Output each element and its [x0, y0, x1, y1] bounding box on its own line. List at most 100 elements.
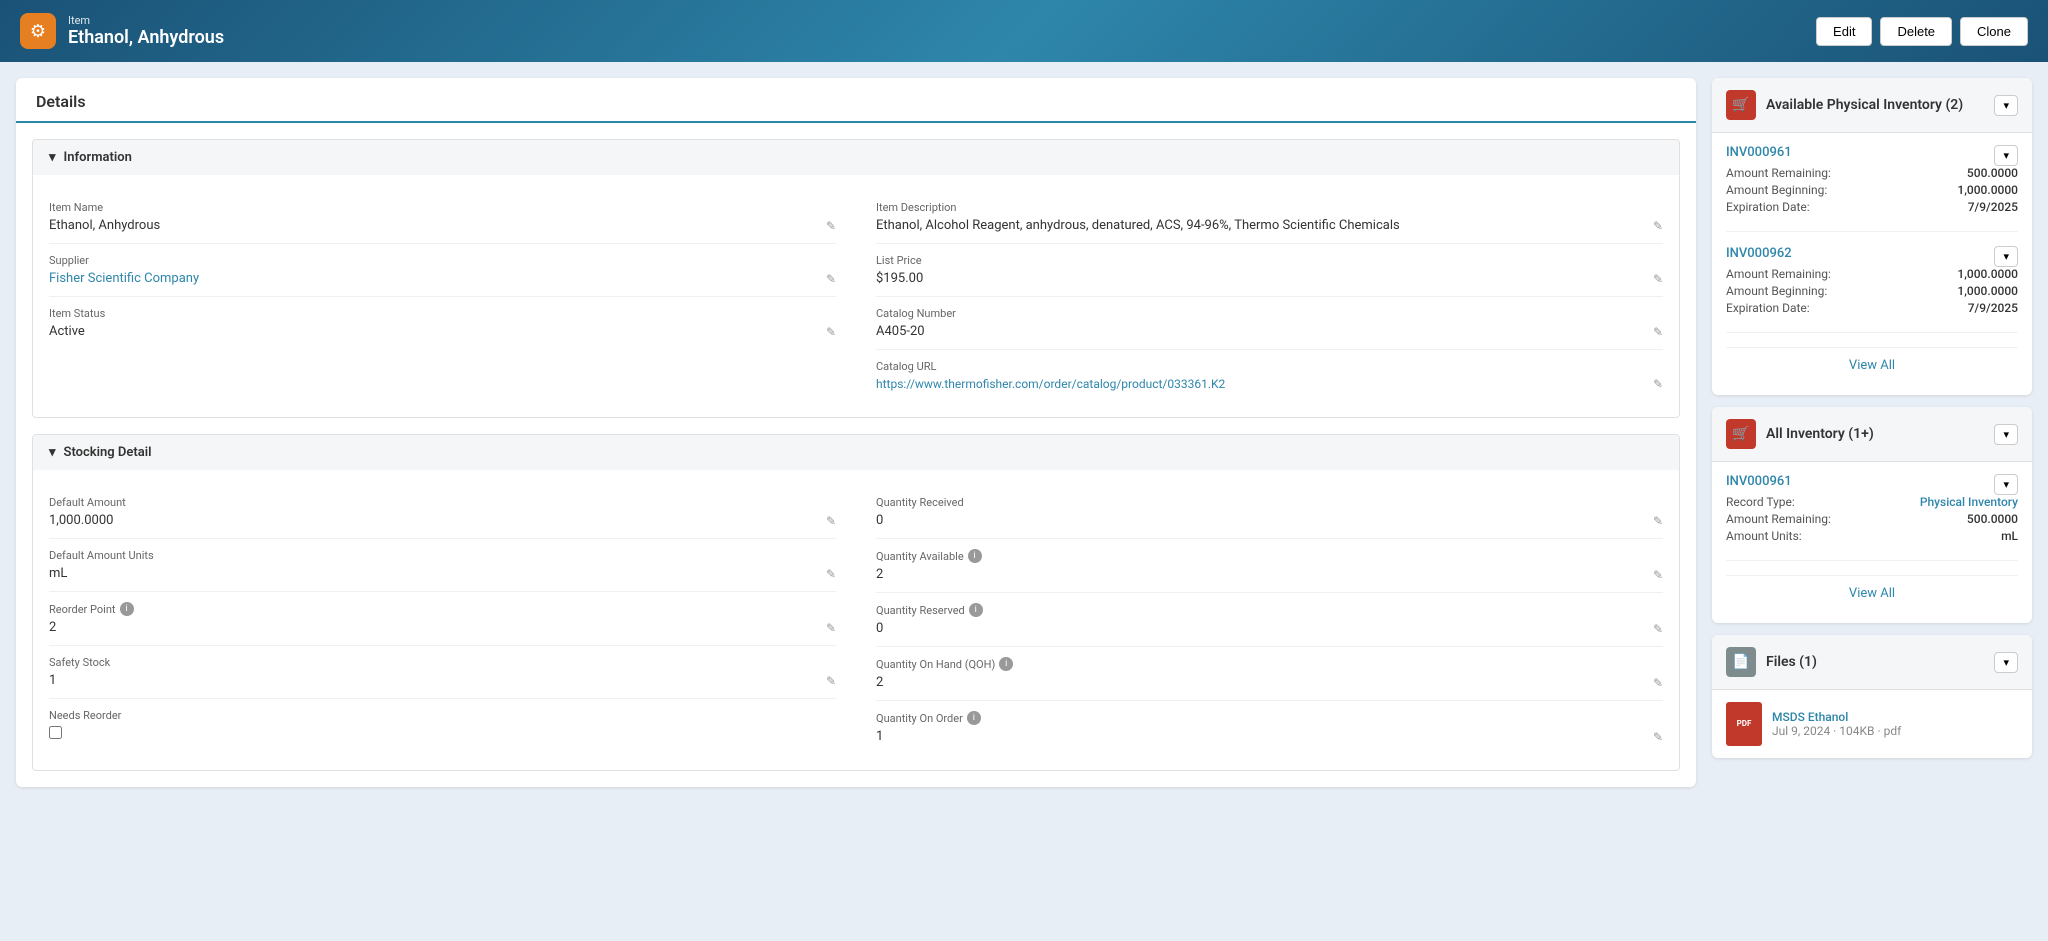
supplier-label: Supplier [49, 254, 836, 267]
item-icon: ⚙ [20, 13, 56, 49]
item-name-field: Item Name Ethanol, Anhydrous ✎ [49, 191, 836, 244]
inv-entry-1-link[interactable]: INV000961 [1726, 145, 2018, 160]
all-inventory-view-all: View All [1726, 575, 2018, 611]
files-title: Files (1) [1766, 654, 1817, 670]
list-price-value-row: $195.00 ✎ [876, 271, 1663, 286]
item-desc-edit-icon[interactable]: ✎ [1653, 219, 1663, 233]
details-tab[interactable]: Details [36, 92, 1676, 121]
available-inventory-view-all: View All [1726, 347, 2018, 383]
information-section: ▾ Information Item Name Ethanol, Anhydro… [32, 139, 1680, 418]
reorder-point-value: 2 [49, 620, 56, 635]
qty-available-edit-icon[interactable]: ✎ [1653, 568, 1663, 582]
edit-button[interactable]: Edit [1816, 17, 1872, 46]
file-meta: Jul 9, 2024 · 104KB · pdf [1772, 724, 1901, 738]
available-inventory-dropdown-btn[interactable]: ▾ [1994, 95, 2018, 116]
all-inventory-dropdown-btn[interactable]: ▾ [1994, 424, 2018, 445]
qty-on-hand-edit-icon[interactable]: ✎ [1653, 676, 1663, 690]
default-amount-edit-icon[interactable]: ✎ [826, 514, 836, 528]
supplier-value-row: Fisher Scientific Company ✎ [49, 271, 836, 286]
catalog-url-label: Catalog URL [876, 360, 1663, 373]
inv-entry-1-amount-remaining: Amount Remaining: 500.0000 [1726, 166, 2018, 180]
qty-on-order-field: Quantity On Order i 1 ✎ [876, 701, 1663, 754]
catalog-url-link[interactable]: https://www.thermofisher.com/order/catal… [876, 377, 1225, 391]
safety-stock-edit-icon[interactable]: ✎ [826, 674, 836, 688]
qty-reserved-label: Quantity Reserved i [876, 603, 1663, 617]
files-header: 📄 Files (1) ▾ [1712, 635, 2032, 690]
item-name-value: Ethanol, Anhydrous [49, 218, 160, 233]
available-inventory-header-left: 🛒 Available Physical Inventory (2) [1726, 90, 1963, 120]
needs-reorder-value-row [49, 726, 836, 739]
qty-available-value: 2 [876, 567, 883, 582]
stocking-fields: Default Amount 1,000.0000 ✎ Default Amou… [49, 486, 1663, 754]
topbar: ⚙ Item Ethanol, Anhydrous Edit Delete Cl… [0, 0, 2048, 62]
catalog-number-value-row: A405-20 ✎ [876, 324, 1663, 339]
clone-button[interactable]: Clone [1960, 17, 2028, 46]
qty-reserved-field: Quantity Reserved i 0 ✎ [876, 593, 1663, 647]
reorder-point-info-icon[interactable]: i [120, 602, 134, 616]
qty-available-info-icon[interactable]: i [968, 549, 982, 563]
topbar-actions: Edit Delete Clone [1816, 17, 2028, 46]
item-desc-value-row: Ethanol, Alcohol Reagent, anhydrous, den… [876, 218, 1663, 233]
qty-received-label: Quantity Received [876, 496, 1663, 509]
catalog-url-field: Catalog URL https://www.thermofisher.com… [876, 350, 1663, 401]
stocking-right-col: Quantity Received 0 ✎ Quantity Available… [876, 486, 1663, 754]
qty-received-edit-icon[interactable]: ✎ [1653, 514, 1663, 528]
available-inventory-view-all-link[interactable]: View All [1849, 358, 1895, 373]
files-icon: 📄 [1726, 647, 1756, 677]
reorder-point-value-row: 2 ✎ [49, 620, 836, 635]
file-info: MSDS Ethanol Jul 9, 2024 · 104KB · pdf [1772, 710, 1901, 738]
information-section-header[interactable]: ▾ Information [33, 140, 1679, 175]
needs-reorder-label: Needs Reorder [49, 709, 836, 722]
qty-on-order-info-icon[interactable]: i [967, 711, 981, 725]
all-inv-amount-units: Amount Units: mL [1726, 529, 2018, 543]
all-inv-entry-1: INV000961 ▾ Record Type: Physical Invent… [1726, 474, 2018, 561]
all-inv-entry-1-link[interactable]: INV000961 [1726, 474, 2018, 489]
all-inventory-icon: 🛒 [1726, 419, 1756, 449]
supplier-link[interactable]: Fisher Scientific Company [49, 271, 199, 286]
qty-on-order-value: 1 [876, 729, 883, 744]
item-status-field: Item Status Active ✎ [49, 297, 836, 349]
qty-on-hand-value-row: 2 ✎ [876, 675, 1663, 690]
item-status-edit-icon[interactable]: ✎ [826, 325, 836, 339]
default-amount-units-edit-icon[interactable]: ✎ [826, 567, 836, 581]
catalog-number-label: Catalog Number [876, 307, 1663, 320]
qty-reserved-info-icon[interactable]: i [969, 603, 983, 617]
qty-on-hand-info-icon[interactable]: i [999, 657, 1013, 671]
delete-button[interactable]: Delete [1880, 17, 1952, 46]
list-price-value: $195.00 [876, 271, 923, 286]
item-desc-value: Ethanol, Alcohol Reagent, anhydrous, den… [876, 218, 1400, 233]
all-inv-record-type: Record Type: Physical Inventory [1726, 495, 2018, 509]
inv-entry-1-dropdown-btn[interactable]: ▾ [1994, 145, 2018, 166]
item-name-edit-icon[interactable]: ✎ [826, 219, 836, 233]
all-inventory-view-all-link[interactable]: View All [1849, 586, 1895, 601]
reorder-point-edit-icon[interactable]: ✎ [826, 621, 836, 635]
stocking-left-col: Default Amount 1,000.0000 ✎ Default Amou… [49, 486, 836, 754]
supplier-edit-icon[interactable]: ✎ [826, 272, 836, 286]
file-name[interactable]: MSDS Ethanol [1772, 710, 1901, 724]
inv-entry-2-dropdown-btn[interactable]: ▾ [1994, 246, 2018, 267]
catalog-number-value: A405-20 [876, 324, 925, 339]
qty-on-order-edit-icon[interactable]: ✎ [1653, 730, 1663, 744]
files-dropdown-btn[interactable]: ▾ [1994, 652, 2018, 673]
right-panel: 🛒 Available Physical Inventory (2) ▾ INV… [1712, 78, 2032, 758]
details-card: Details ▾ Information Item Name [16, 78, 1696, 787]
files-header-left: 📄 Files (1) [1726, 647, 1817, 677]
needs-reorder-checkbox-wrap [49, 726, 62, 739]
files-entry-1: PDF MSDS Ethanol Jul 9, 2024 · 104KB · p… [1726, 702, 2018, 746]
list-price-label: List Price [876, 254, 1663, 267]
needs-reorder-checkbox[interactable] [49, 726, 62, 739]
needs-reorder-field: Needs Reorder [49, 699, 836, 749]
all-inv-entry-1-dropdown-btn[interactable]: ▾ [1994, 474, 2018, 495]
qty-reserved-edit-icon[interactable]: ✎ [1653, 622, 1663, 636]
catalog-number-edit-icon[interactable]: ✎ [1653, 325, 1663, 339]
stocking-section-header[interactable]: ▾ Stocking Detail [33, 435, 1679, 470]
list-price-edit-icon[interactable]: ✎ [1653, 272, 1663, 286]
qty-on-order-value-row: 1 ✎ [876, 729, 1663, 744]
item-status-value: Active [49, 324, 85, 339]
inv-entry-2-link[interactable]: INV000962 [1726, 246, 2018, 261]
reorder-point-label: Reorder Point i [49, 602, 836, 616]
available-inventory-title: Available Physical Inventory (2) [1766, 97, 1963, 113]
catalog-url-edit-icon[interactable]: ✎ [1653, 377, 1663, 391]
inv-entry-2-expiration: Expiration Date: 7/9/2025 [1726, 301, 2018, 315]
qty-available-field: Quantity Available i 2 ✎ [876, 539, 1663, 593]
